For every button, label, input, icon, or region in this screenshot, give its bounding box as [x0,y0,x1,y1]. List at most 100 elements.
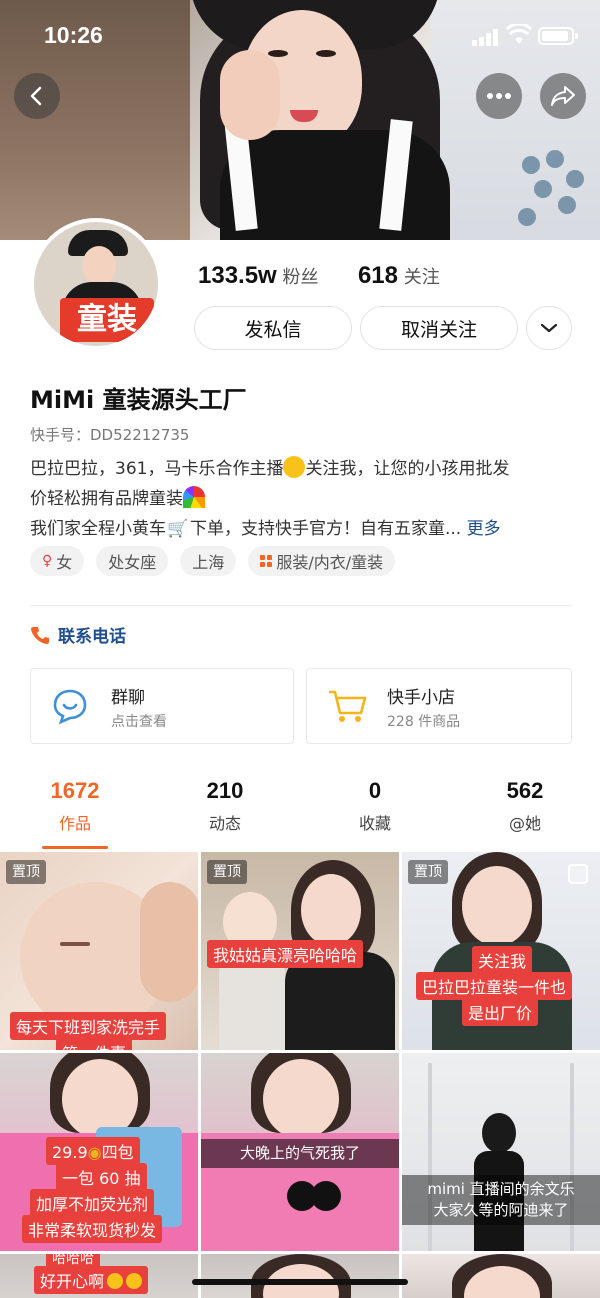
video-caption: 我姑姑真漂亮哈哈哈 [207,940,364,968]
bio-text: 巴拉巴拉，361，马卡乐合作主播 [30,459,284,479]
following-label: 关注 [403,267,440,288]
video-thumbnail[interactable]: 29.9◉四包 一包 60 抽 加厚不加荧光剂 非常柔软现货秒发 [0,1053,198,1251]
video-caption: 好开心啊 [34,1266,149,1294]
video-caption: mimi 直播间的余文乐 大家久等的阿迪来了 [402,1175,600,1225]
smiley-emoji-icon [283,456,306,478]
tab-count: 1672 [50,778,100,803]
caption-text: 好开心啊 [40,1272,105,1291]
status-bar: 10:26 [0,0,600,70]
tab-label: 作品 [58,814,91,833]
chevron-left-icon [30,86,42,106]
back-button[interactable] [14,73,60,119]
video-caption: 是出厂价 [462,998,539,1026]
video-caption: 29.9◉四包 [46,1137,140,1165]
money-bag-emoji-icon: ◉ [87,1143,102,1162]
shop-subtitle: 228 件商品 [387,714,461,730]
video-caption: 关注我 [472,946,533,974]
bio-text: 价轻松拥有品牌童装 [30,489,183,509]
pinned-badge: 置顶 [408,860,448,884]
tag-label: 服装/内衣/童装 [276,553,384,572]
video-caption: 大晚上的气死我了 [201,1139,399,1168]
price-text: 29.9 [52,1143,88,1162]
video-caption: 第一件事 [56,1038,133,1050]
kuaishou-shop-card[interactable]: 快手小店 228 件商品 [306,668,572,744]
tab-label: 收藏 [358,814,391,833]
group-chat-title: 群聊 [111,688,145,708]
rainbow-emoji-icon [183,486,205,508]
pinned-badge: 置顶 [6,860,46,884]
pinned-badge: 置顶 [207,860,247,884]
wifi-icon [506,24,532,44]
phone-icon [31,626,49,644]
contact-phone-link[interactable]: 联系电话 [30,622,126,647]
followers-label: 粉丝 [282,267,319,288]
tab-count: 210 [206,778,244,803]
video-thumbnail[interactable] [402,1254,600,1298]
follow-stats: 133.5w 粉丝 618 关注 [198,262,440,290]
followers-count[interactable]: 133.5w [198,262,277,289]
profile-name: MiMi 童装源头工厂 [30,386,247,414]
more-options-button[interactable] [476,73,522,119]
tag-gender[interactable]: ♀ 女 [30,546,85,576]
divider [30,605,572,606]
profile-bio: 巴拉巴拉，361，马卡乐合作主播 关注我，让您的小孩用批发 价轻松拥有品牌童装 我… [30,454,574,544]
caption-line: 大家久等的阿迪来了 [433,1201,569,1219]
video-thumbnail[interactable] [201,1254,399,1298]
tab-count: 0 [368,778,382,803]
tab-label: 动态 [208,814,241,833]
tab-works[interactable]: 1672 作品 [0,778,150,834]
tag-location[interactable]: 上海 [180,546,237,576]
more-dots-icon [487,93,511,99]
bio-text: 下单，支持快手官方！自有五家童... [190,519,462,539]
tab-moments[interactable]: 210 动态 [150,778,300,834]
following-count[interactable]: 618 [358,262,398,289]
group-chat-subtitle: 点击查看 [111,714,167,730]
expand-button[interactable] [526,306,572,350]
bio-text: 我们家全程小黄车 [30,519,166,539]
select-checkbox[interactable] [568,864,588,884]
bio-text: 关注我，让您的小孩用批发 [305,459,510,479]
video-caption: 巴拉巴拉童装一件也 [416,972,573,1000]
group-chat-card[interactable]: 群聊 点击查看 [30,668,294,744]
grinning-emoji-icon [107,1273,124,1289]
shopping-cart-icon [329,690,367,722]
tag-label: 女 [56,553,73,572]
smile-emoji-icon [126,1273,143,1289]
tag-category[interactable]: 服装/内衣/童装 [248,546,396,576]
video-thumbnail[interactable]: 大晚上的气死我了 [201,1053,399,1251]
video-thumbnail[interactable]: mimi 直播间的余文乐 大家久等的阿迪来了 [402,1053,600,1251]
chat-bubbles-icon [53,689,87,725]
kuaishou-id: 快手号：DD52212735 [30,426,190,444]
caption-text: 四包 [101,1143,134,1162]
signal-icon [472,28,502,46]
tag-zodiac[interactable]: 处女座 [96,546,169,576]
status-time: 10:26 [44,22,103,48]
chevron-down-icon [540,323,558,333]
female-icon: ♀ [42,553,53,569]
share-arrow-icon [551,86,575,106]
video-thumbnail[interactable]: 置顶 我姑姑真漂亮哈哈哈 [201,852,399,1050]
avatar[interactable]: 童装 [30,218,162,350]
avatar-tag: 童装 [60,298,154,342]
share-button[interactable] [540,73,586,119]
tab-count: 562 [506,778,544,803]
tab-mentions[interactable]: 562 @她 [450,778,600,834]
unfollow-button[interactable]: 取消关注 [360,306,518,350]
video-caption: 一包 60 抽 [56,1163,147,1191]
tab-label: @她 [508,814,541,833]
tag-label: 上海 [192,553,225,572]
video-caption: 每天下班到家洗完手 [10,1012,167,1040]
video-thumbnail[interactable]: 哈哈哈 好开心啊 [0,1254,198,1298]
cart-emoji-icon: 🛒 [167,519,189,539]
video-caption: 非常柔软现货秒发 [22,1215,163,1243]
video-thumbnail[interactable]: 置顶 关注我 巴拉巴拉童装一件也 是出厂价 [402,852,600,1050]
tag-label: 处女座 [108,553,157,572]
more-link[interactable]: 更多 [467,519,501,539]
profile-tags: ♀ 女 处女座 上海 服装/内衣/童装 [30,546,396,576]
send-message-button[interactable]: 发私信 [194,306,352,350]
tab-favorites[interactable]: 0 收藏 [300,778,450,834]
video-thumbnail[interactable]: 置顶 每天下班到家洗完手 第一件事 [0,852,198,1050]
contact-phone-label: 联系电话 [58,627,126,647]
active-tab-indicator [42,846,108,849]
home-indicator[interactable] [192,1279,408,1285]
